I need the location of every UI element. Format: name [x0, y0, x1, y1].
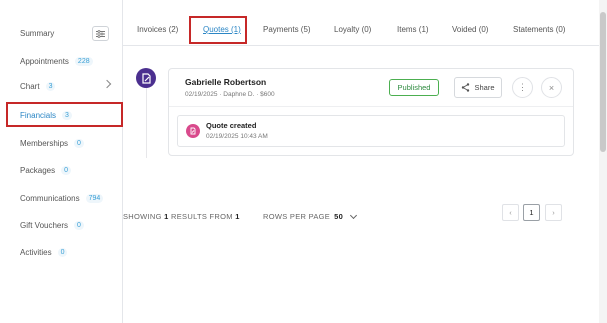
sidebar-item-activities[interactable]: Activities 0	[0, 241, 122, 263]
tab-invoices[interactable]: Invoices (2)	[137, 25, 178, 34]
share-label: Share	[474, 83, 495, 92]
quote-card-header: Gabrielle Robertson 02/19/2025 · Daphne …	[169, 69, 573, 107]
count-badge: 228	[74, 56, 93, 66]
prev-page-button[interactable]: ‹	[502, 204, 519, 221]
sidebar-item-label: Communications	[20, 193, 80, 203]
tab-items[interactable]: Items (1)	[397, 25, 429, 34]
rows-per-page-select[interactable]: ROWS PER PAGE 50	[263, 211, 358, 221]
more-button[interactable]: ⋮	[512, 77, 533, 98]
timeline-line	[146, 88, 147, 158]
quote-card[interactable]: Gabrielle Robertson 02/19/2025 · Daphne …	[168, 68, 574, 156]
more-icon: ⋮	[518, 82, 527, 92]
chevron-left-icon: ‹	[509, 208, 512, 217]
sidebar-item-memberships[interactable]: Memberships 0	[0, 132, 122, 154]
rows-per-page-label: ROWS PER PAGE	[263, 212, 331, 221]
chevron-right-icon: ›	[552, 208, 555, 217]
count-badge: 0	[61, 165, 72, 175]
highlight-box-quotes	[189, 16, 247, 44]
sidebar-item-label: Chart	[20, 81, 40, 91]
filter-icon	[96, 29, 105, 38]
sidebar-item-chart[interactable]: Chart 3	[0, 75, 122, 97]
chevron-down-icon	[350, 211, 358, 219]
count-badge: 794	[85, 193, 104, 203]
rows-per-page-value: 50	[334, 212, 344, 221]
tab-statements[interactable]: Statements (0)	[513, 25, 565, 34]
sidebar-item-label: Activities	[20, 247, 52, 257]
sidebar-item-label: Gift Vouchers	[20, 220, 69, 230]
next-page-button[interactable]: ›	[545, 204, 562, 221]
count-badge: 0	[74, 138, 84, 148]
share-icon	[462, 83, 470, 92]
activity-title: Quote created	[206, 121, 257, 130]
sidebar-item-label: Memberships	[20, 138, 69, 148]
quote-meta: 02/19/2025 · Daphne D. · $600	[185, 91, 275, 98]
close-icon: ×	[548, 82, 555, 93]
count-badge: 3	[45, 81, 56, 91]
quote-avatar	[136, 68, 156, 88]
sidebar-item-appointments[interactable]: Appointments 228	[0, 50, 122, 72]
quote-icon	[141, 72, 151, 84]
results-prefix: SHOWING	[123, 212, 162, 221]
tab-payments[interactable]: Payments (5)	[263, 25, 311, 34]
activity-item: Quote created 02/19/2025 10:43 AM	[177, 115, 565, 147]
sidebar-item-label: Appointments	[20, 56, 69, 66]
highlight-box-financials	[6, 102, 123, 127]
scrollbar-thumb[interactable]	[600, 12, 606, 152]
filter-button[interactable]	[92, 26, 109, 41]
scrollbar[interactable]	[599, 0, 607, 323]
tab-voided[interactable]: Voided (0)	[452, 25, 488, 34]
sidebar-item-label: Summary	[20, 28, 55, 38]
results-mid: RESULTS FROM	[171, 212, 233, 221]
sidebar: Summary Appointments 228 Chart 3 Financi…	[0, 0, 123, 323]
results-count: 1	[164, 212, 169, 221]
tab-loyalty[interactable]: Loyalty (0)	[334, 25, 371, 34]
sidebar-item-label: Packages	[20, 165, 56, 175]
sidebar-item-communications[interactable]: Communications 794	[0, 187, 122, 209]
results-total: 1	[235, 212, 240, 221]
sidebar-item-gift-vouchers[interactable]: Gift Vouchers 0	[0, 214, 122, 236]
count-badge: 0	[57, 247, 68, 257]
results-summary: SHOWING 1 RESULTS FROM 1	[123, 212, 240, 221]
document-icon	[186, 124, 200, 138]
customer-name[interactable]: Gabrielle Robertson	[185, 77, 266, 87]
sidebar-item-packages[interactable]: Packages 0	[0, 159, 122, 181]
count-badge: 0	[74, 220, 84, 230]
share-button[interactable]: Share	[454, 77, 502, 98]
close-button[interactable]: ×	[541, 77, 562, 98]
page-number-button[interactable]: 1	[523, 204, 540, 221]
activity-timestamp: 02/19/2025 10:43 AM	[206, 133, 268, 140]
chevron-right-icon	[102, 79, 112, 89]
status-badge: Published	[389, 79, 439, 96]
